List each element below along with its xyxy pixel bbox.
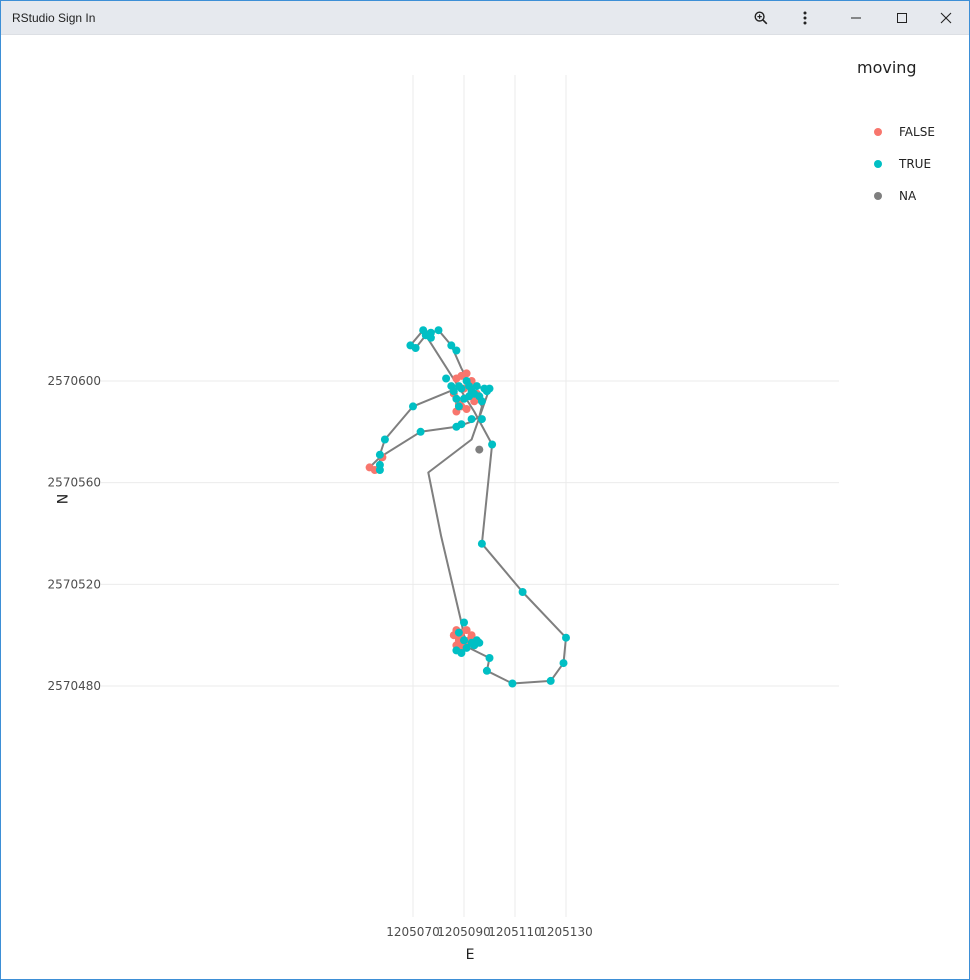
legend-key-false [874,128,882,136]
point-true [442,374,451,383]
legend-title: moving [857,58,917,77]
point-true [411,344,420,352]
point-true [460,618,468,627]
point-true [518,588,527,596]
window-title: RStudio Sign In [12,11,96,25]
x-axis-label: E [466,947,475,963]
point-true [508,679,517,688]
close-button[interactable] [923,1,969,34]
minimize-icon [851,17,861,18]
point-true [460,636,468,645]
y-tick-label: 2570520 [48,577,101,591]
legend-label-false: FALSE [899,125,935,139]
point-true [426,333,435,342]
zoom-in-icon [754,10,768,24]
point-true [409,402,417,411]
x-tick-label: 1205110 [488,925,541,939]
point-true [462,643,471,652]
legend-entries: FALSE TRUE NA [874,125,935,203]
point-true [375,450,384,459]
point-true [375,466,384,474]
y-axis-label: N [53,494,69,504]
point-true [434,326,443,335]
point-true [457,420,466,429]
point-true [454,382,463,391]
plot-area: 1205070 1205090 1205110 1205130 2570480 25705… [1,35,969,979]
point-true [477,539,486,548]
point-true [470,641,479,650]
point-true [477,397,486,406]
legend-key-na [874,192,882,200]
point-true [485,384,494,393]
point-true [454,402,463,411]
point-true [488,440,497,449]
menu-button[interactable] [795,1,815,34]
legend: moving FALSE TRUE NA [857,58,935,203]
point-true [485,654,494,662]
point-false [462,369,471,378]
more-vertical-icon [803,11,807,24]
legend-label-na: NA [899,189,917,203]
zoom-button[interactable] [749,1,773,34]
y-tick-label: 2570480 [48,679,101,693]
close-icon [940,12,952,23]
y-tick-label: 2570600 [48,374,101,388]
data-points [365,326,570,688]
x-tick-label: 1205130 [539,925,592,939]
point-true [380,435,389,444]
maximize-button[interactable] [879,1,925,34]
title-bar: RStudio Sign In [1,1,969,35]
point-true [477,415,486,424]
rstudio-window: RStudio Sign In 1205070 1205090 1205110 … [0,0,970,980]
point-true [546,676,555,685]
axes: 1205070120509012051101205130 2570480 25705… [48,374,593,939]
point-true [416,427,425,436]
point-false [462,405,471,413]
point-true [452,394,461,403]
minimize-button[interactable] [833,1,879,34]
point-true [452,346,461,355]
y-tick-label: 2570560 [48,476,101,490]
x-tick-label: 1205090 [437,925,490,939]
point-true [562,633,570,642]
scatter-chart: 1205070120509012051101205130 2570480 25705… [48,58,935,963]
point-true [472,382,481,391]
legend-key-true [874,160,882,168]
point-true [482,666,491,675]
point-true [454,628,463,637]
grid-lines [101,75,839,917]
point-na [475,445,484,454]
point-true [559,659,568,668]
point-true [467,415,476,424]
point-true [465,392,474,401]
x-tick-label: 1205070 [386,925,439,939]
legend-label-true: TRUE [898,157,931,171]
maximize-icon [897,12,907,23]
